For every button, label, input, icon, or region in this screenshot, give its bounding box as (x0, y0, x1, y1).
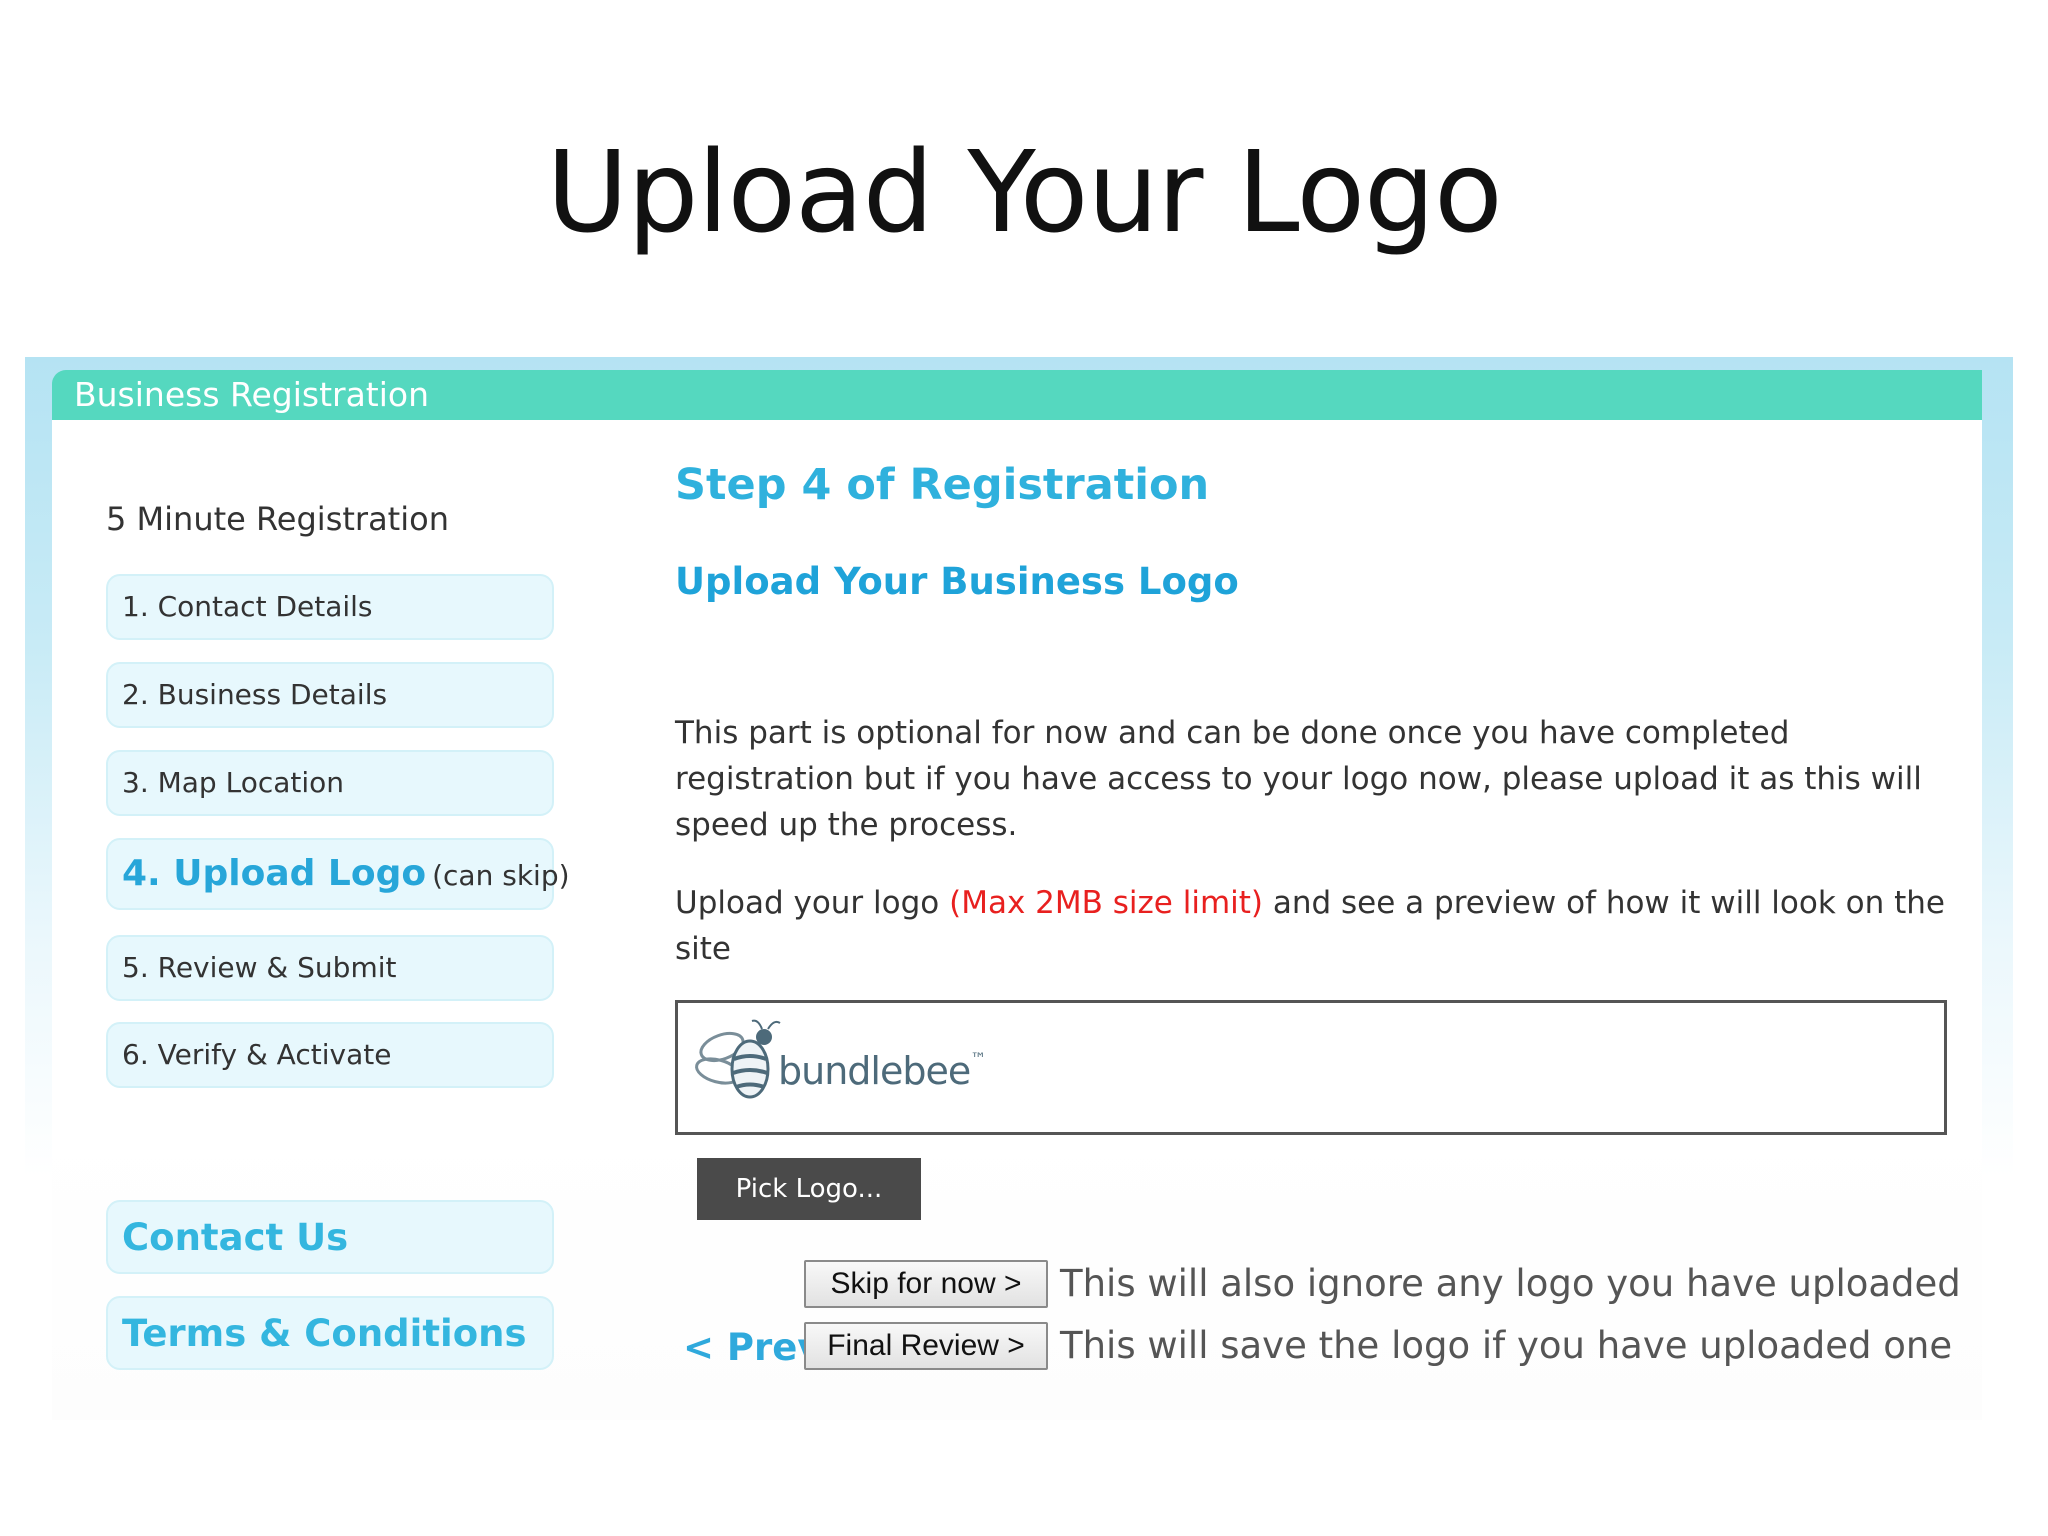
upload-instructions: Upload your logo (Max 2MB size limit) an… (675, 880, 1955, 972)
sidebar-heading: 5 Minute Registration (106, 500, 449, 538)
logo-preview-box: bundlebee™ (675, 1000, 1947, 1135)
terms-conditions-link[interactable]: Terms & Conditions (106, 1296, 554, 1370)
sidebar-step-map-location[interactable]: 3. Map Location (106, 750, 554, 816)
step-subtitle: Upload Your Business Logo (675, 560, 1239, 603)
sidebar-step-label: 1. Contact Details (122, 590, 373, 623)
sidebar-step-label: 3. Map Location (122, 766, 345, 799)
skip-for-now-button[interactable]: Skip for now > (804, 1260, 1048, 1308)
sidebar-step-business-details[interactable]: 2. Business Details (106, 662, 554, 728)
sidebar-step-label: 2. Business Details (122, 678, 388, 711)
final-review-button[interactable]: Final Review > (804, 1322, 1048, 1370)
sidebar-step-contact-details[interactable]: 1. Contact Details (106, 574, 554, 640)
prev-link[interactable]: < Prev (683, 1326, 821, 1369)
app-header: Business Registration (52, 370, 1982, 420)
logo-wordmark: bundlebee™ (778, 1049, 986, 1093)
step-title: Step 4 of Registration (675, 460, 1210, 510)
contact-us-link[interactable]: Contact Us (106, 1200, 554, 1274)
sidebar-step-label: 5. Review & Submit (122, 951, 397, 984)
slide-title: Upload Your Logo (546, 128, 1502, 258)
upload-instructions-prefix: Upload your logo (675, 885, 950, 921)
sidebar-step-upload-logo[interactable]: 4. Upload Logo (can skip) (106, 838, 570, 910)
can-skip-note: (can skip) (432, 859, 570, 892)
sidebar-step-label: 6. Verify & Activate (122, 1038, 392, 1071)
terms-conditions-label: Terms & Conditions (122, 1312, 527, 1355)
sidebar-step-verify-activate[interactable]: 6. Verify & Activate (106, 1022, 554, 1088)
final-review-note: This will save the logo if you have uplo… (1060, 1324, 1953, 1367)
contact-us-label: Contact Us (122, 1216, 349, 1259)
pick-logo-button[interactable]: Pick Logo... (697, 1158, 921, 1220)
size-limit-note: (Max 2MB size limit) (949, 885, 1263, 921)
sidebar-step-label: 4. Upload Logo (122, 853, 427, 894)
intro-paragraph: This part is optional for now and can be… (675, 715, 1922, 843)
skip-note: This will also ignore any logo you have … (1060, 1262, 1961, 1305)
sidebar-step-review-submit[interactable]: 5. Review & Submit (106, 935, 554, 1001)
